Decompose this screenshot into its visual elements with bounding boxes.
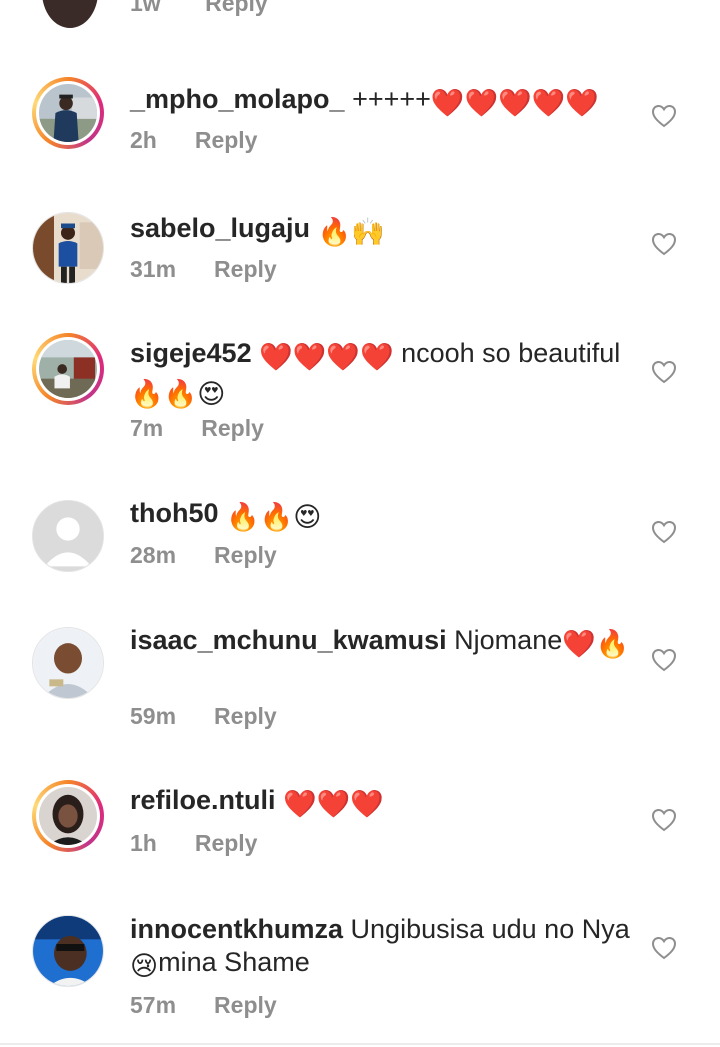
avatar-photo [33, 628, 103, 698]
comment-body: +++++ [352, 84, 431, 114]
comment-username[interactable]: sabelo_lugaju [130, 213, 310, 243]
comment-meta: 31m Reply [130, 256, 277, 283]
heart-outline-icon[interactable] [651, 808, 677, 832]
heart-outline-icon[interactable] [651, 232, 677, 256]
comment-meta: 1h Reply [130, 830, 257, 857]
avatar-photo [39, 84, 97, 142]
comment-time: 1w [130, 0, 161, 16]
heart-outline-icon[interactable] [651, 648, 677, 672]
avatar[interactable] [32, 333, 104, 405]
heart-outline-icon[interactable] [651, 936, 677, 960]
comment-time: 7m [130, 415, 164, 441]
comment-body: ncooh so beautiful [401, 338, 621, 368]
comment-text: sabelo_lugaju 🔥🙌 [130, 212, 640, 249]
avatar-photo [33, 916, 103, 986]
comment-meta: 59m Reply [130, 703, 277, 730]
comment-emoji: 🔥🙌 [317, 217, 385, 247]
avatar[interactable] [32, 500, 104, 572]
avatar[interactable] [32, 212, 104, 284]
comment-body: Njomane [454, 625, 563, 655]
comment-text: isaac_mchunu_kwamusi Njomane❤️🔥 [130, 624, 640, 661]
comment-time: 28m [130, 542, 177, 568]
comment-emoji: 🔥🔥😍 [226, 502, 322, 532]
comment-meta: 7m Reply [130, 415, 264, 442]
divider [0, 1043, 720, 1045]
avatar-photo [39, 787, 97, 845]
comment-time: 31m [130, 256, 177, 282]
comment-username[interactable]: isaac_mchunu_kwamusi [130, 625, 447, 655]
reply-button[interactable]: Reply [214, 992, 277, 1018]
comment-meta: 28m Reply [130, 542, 277, 569]
comment-time: 59m [130, 703, 177, 729]
comment-emoji: 🔥🔥😍 [130, 379, 226, 409]
default-avatar-icon [33, 501, 103, 571]
heart-outline-icon[interactable] [651, 520, 677, 544]
avatar[interactable] [32, 627, 104, 699]
comment-text: _mpho_molapo_ +++++❤️❤️❤️❤️❤️ [130, 83, 640, 120]
heart-outline-icon[interactable] [651, 360, 677, 384]
comment-time: 1h [130, 830, 157, 856]
comment-text: refiloe.ntuli ❤️❤️❤️ [130, 784, 640, 821]
reply-button[interactable]: Reply [195, 127, 258, 153]
avatar[interactable] [32, 915, 104, 987]
avatar[interactable] [42, 0, 98, 28]
comment-meta: 57m Reply [130, 992, 277, 1019]
comment-time: 57m [130, 992, 177, 1018]
reply-button[interactable]: Reply [195, 830, 258, 856]
comment-username[interactable]: innocentkhumza [130, 914, 343, 944]
avatar[interactable] [32, 77, 104, 149]
comment-username[interactable]: _mpho_molapo_ [130, 84, 345, 114]
reply-button[interactable]: Reply [214, 542, 277, 568]
comment-text: innocentkhumza Ungibusisa udu no Nya 😢min… [130, 913, 640, 983]
comment-body: mina Shame [158, 947, 310, 977]
comment-body: Ungibusisa udu no Nya [350, 914, 630, 944]
comment-meta: 1w Reply [130, 0, 268, 17]
reply-button[interactable]: Reply [214, 703, 277, 729]
avatar-photo [33, 213, 103, 283]
comment-emoji: ❤️🔥 [562, 629, 630, 659]
heart-outline-icon[interactable] [651, 104, 677, 128]
comment-meta: 2h Reply [130, 127, 257, 154]
reply-button[interactable]: Reply [205, 0, 268, 16]
comment-time: 2h [130, 127, 157, 153]
comment-emoji: 😢 [130, 951, 159, 981]
comment-text: thoh50 🔥🔥😍 [130, 497, 640, 534]
comment-username[interactable]: thoh50 [130, 498, 219, 528]
comment-username[interactable]: sigeje452 [130, 338, 252, 368]
comment-text: sigeje452 ❤️❤️❤️❤️ ncooh so beautiful 🔥🔥😍 [130, 337, 640, 411]
reply-button[interactable]: Reply [201, 415, 264, 441]
comment-username[interactable]: refiloe.ntuli [130, 785, 276, 815]
comment-emoji: ❤️❤️❤️❤️ [259, 342, 394, 372]
avatar-photo [39, 340, 97, 398]
avatar[interactable] [32, 780, 104, 852]
comment-emoji: ❤️❤️❤️ [283, 789, 384, 819]
reply-button[interactable]: Reply [214, 256, 277, 282]
comment-emoji: ❤️❤️❤️❤️❤️ [430, 88, 599, 118]
